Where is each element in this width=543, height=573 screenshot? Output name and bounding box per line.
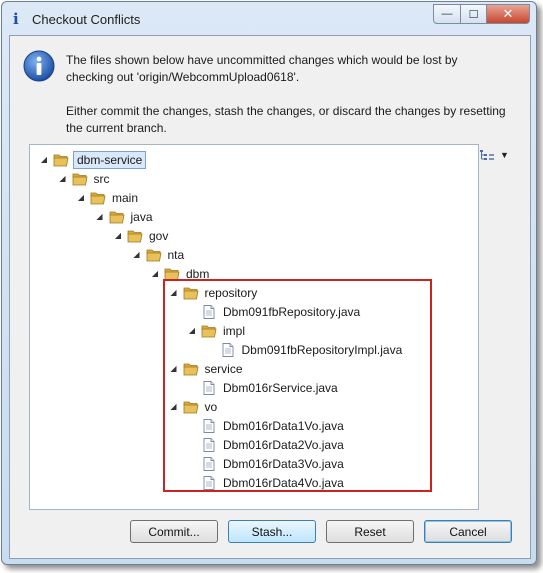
expand-toggle-icon[interactable]: ◢ xyxy=(76,193,86,203)
tree-view-menu[interactable]: ▼ xyxy=(480,149,509,161)
maximize-button[interactable]: ☐ xyxy=(461,4,487,24)
title-bar[interactable]: i Checkout Conflicts — ☐ ✕ xyxy=(2,2,536,36)
conflict-message: The files shown below have uncommitted c… xyxy=(66,52,506,137)
expand-toggle-icon[interactable]: ◢ xyxy=(113,231,123,241)
open-folder-icon xyxy=(90,192,106,204)
reset-button[interactable]: Reset xyxy=(326,520,414,543)
tree-node-label: dbm-service xyxy=(73,150,147,169)
minimize-button[interactable]: — xyxy=(433,4,461,24)
commit-button[interactable]: Commit... xyxy=(130,520,218,543)
information-icon xyxy=(23,50,55,82)
checkout-conflicts-dialog: i Checkout Conflicts — ☐ ✕ The files sho… xyxy=(1,1,537,565)
expand-toggle-icon[interactable]: ◢ xyxy=(132,250,142,260)
tree-folder-node[interactable]: ◢ dbm-service xyxy=(39,150,147,169)
info-icon: i xyxy=(13,10,19,28)
tree-folder-node[interactable]: ◢ main xyxy=(76,188,140,207)
cancel-button[interactable]: Cancel xyxy=(424,520,512,543)
message-line-2: Either commit the changes, stash the cha… xyxy=(66,104,506,135)
message-line-1: The files shown below have uncommitted c… xyxy=(66,53,458,84)
tree-folder-node[interactable]: ◢ java xyxy=(95,207,155,226)
expand-toggle-icon[interactable]: ◢ xyxy=(150,269,160,279)
tree-node-label: nta xyxy=(167,247,185,262)
expand-toggle-icon[interactable]: ◢ xyxy=(95,212,105,222)
expand-toggle-icon[interactable]: ◢ xyxy=(39,155,49,165)
tree-layout-icon xyxy=(480,150,494,160)
caption-buttons: — ☐ ✕ xyxy=(433,4,530,24)
tree-node-label: main xyxy=(112,190,139,205)
maximize-icon: ☐ xyxy=(468,8,479,21)
tree-node-label: gov xyxy=(149,228,169,243)
open-folder-icon xyxy=(146,249,161,261)
open-folder-icon xyxy=(72,173,87,185)
minimize-icon: — xyxy=(441,8,453,20)
conflict-file-tree[interactable]: ◢ dbm-service ◢ src ◢ main ◢ java ◢ gov ◢ nta ◢ dbm ◢ r… xyxy=(29,144,479,510)
open-folder-icon xyxy=(127,230,143,242)
open-folder-icon xyxy=(53,154,69,166)
dialog-title: Checkout Conflicts xyxy=(32,12,141,27)
chevron-down-icon: ▼ xyxy=(500,150,509,160)
tree-node-label: src xyxy=(93,171,110,186)
tree-folder-node[interactable]: ◢ src xyxy=(58,169,112,188)
tree-folder-node[interactable]: ◢ gov xyxy=(113,226,170,245)
tree-node-label: java xyxy=(130,209,153,224)
close-icon: ✕ xyxy=(502,6,514,21)
close-button[interactable]: ✕ xyxy=(487,4,530,24)
stash-button[interactable]: Stash... xyxy=(228,520,316,543)
expand-toggle-icon[interactable]: ◢ xyxy=(58,174,68,184)
open-folder-icon xyxy=(109,211,124,223)
dialog-client-area: The files shown below have uncommitted c… xyxy=(9,35,531,559)
tree-folder-node[interactable]: ◢ nta xyxy=(132,245,187,264)
conflict-highlight-box xyxy=(163,279,432,492)
